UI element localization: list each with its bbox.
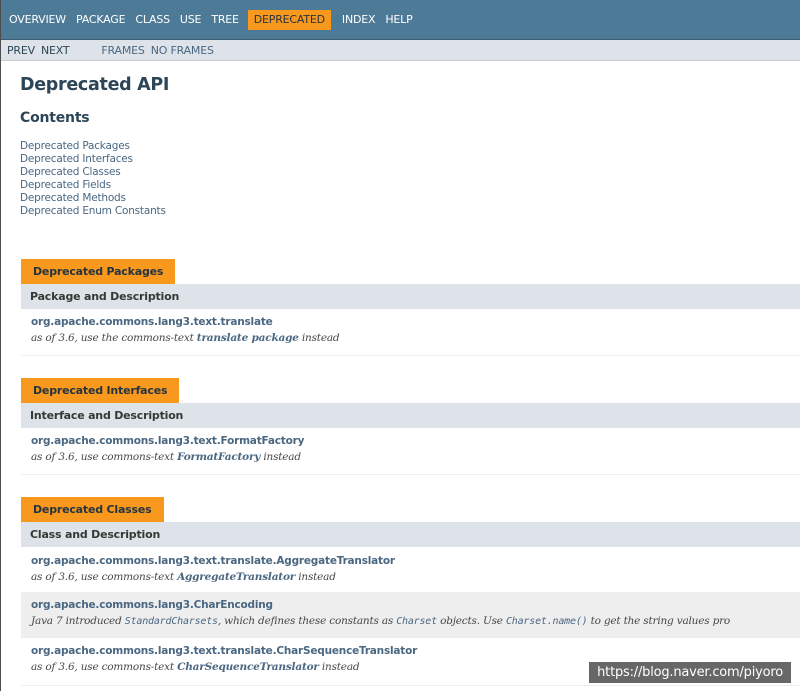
charset-name-link[interactable]: Charset.name() — [506, 616, 588, 627]
nav-tree[interactable]: TREE — [210, 10, 239, 30]
prev-link[interactable]: PREV — [7, 44, 35, 57]
section-caption: Deprecated Classes — [21, 497, 164, 522]
table-row: org.apache.commons.lang3.CharEncoding Ja… — [21, 593, 800, 638]
class-link[interactable]: org.apache.commons.lang3.text.translate.… — [31, 645, 800, 657]
table-row: org.apache.commons.lang3.text.translate … — [21, 309, 800, 356]
toc-link-classes[interactable]: Deprecated Classes — [20, 166, 800, 179]
nav-index[interactable]: INDEX — [341, 10, 376, 30]
deprecated-classes-section: Deprecated Classes Class and Description… — [21, 497, 800, 686]
toc-link-packages[interactable]: Deprecated Packages — [20, 140, 800, 153]
section-caption: Deprecated Interfaces — [21, 378, 180, 403]
contents-list: Deprecated Packages Deprecated Interface… — [20, 140, 800, 218]
toc-link-enum-constants[interactable]: Deprecated Enum Constants — [20, 205, 800, 218]
aggregatetranslator-link[interactable]: AggregateTranslator — [177, 571, 295, 583]
nav-class[interactable]: CLASS — [134, 10, 171, 30]
nav-deprecated[interactable]: DEPRECATED — [247, 9, 331, 30]
toc-link-fields[interactable]: Deprecated Fields — [20, 179, 800, 192]
column-header: Class and Description — [21, 522, 800, 547]
no-frames-link[interactable]: NO FRAMES — [151, 44, 214, 57]
class-link[interactable]: org.apache.commons.lang3.text.translate.… — [31, 555, 800, 567]
standardcharsets-link[interactable]: StandardCharsets — [125, 616, 218, 627]
deprecated-interfaces-section: Deprecated Interfaces Interface and Desc… — [21, 378, 800, 475]
nav-overview[interactable]: OVERVIEW — [8, 10, 67, 30]
column-header: Package and Description — [21, 284, 800, 309]
interface-link[interactable]: org.apache.commons.lang3.text.FormatFact… — [31, 435, 800, 447]
toc-link-interfaces[interactable]: Deprecated Interfaces — [20, 153, 800, 166]
class-link[interactable]: org.apache.commons.lang3.CharEncoding — [31, 599, 800, 611]
row-description: as of 3.6, use the commons-text translat… — [31, 332, 340, 344]
formatfactory-link[interactable]: FormatFactory — [177, 451, 260, 463]
table-row: org.apache.commons.lang3.text.translate.… — [21, 547, 800, 593]
frames-link[interactable]: FRAMES — [101, 44, 144, 57]
row-description: as of 3.6, use commons-text AggregateTra… — [31, 571, 336, 583]
next-link[interactable]: NEXT — [41, 44, 70, 57]
nav-package[interactable]: PACKAGE — [75, 10, 126, 30]
sub-navbar: PREV NEXT FRAMES NO FRAMES — [1, 40, 800, 61]
main-content: Deprecated API Contents Deprecated Packa… — [1, 61, 800, 686]
nav-use[interactable]: USE — [179, 10, 202, 30]
section-caption: Deprecated Packages — [21, 259, 176, 284]
column-header: Interface and Description — [21, 403, 800, 428]
translate-package-link[interactable]: translate package — [197, 332, 299, 344]
row-description: Java 7 introduced StandardCharsets, whic… — [31, 615, 731, 627]
contents-heading: Contents — [20, 110, 90, 126]
deprecated-packages-section: Deprecated Packages Package and Descript… — [21, 259, 800, 356]
charset-link[interactable]: Charset — [396, 616, 437, 627]
table-row: org.apache.commons.lang3.text.FormatFact… — [21, 428, 800, 475]
row-description: as of 3.6, use commons-text FormatFactor… — [31, 451, 301, 463]
nav-help[interactable]: HELP — [384, 10, 413, 30]
top-navbar: OVERVIEW PACKAGE CLASS USE TREE DEPRECAT… — [1, 0, 800, 40]
charsequencetranslator-link[interactable]: CharSequenceTranslator — [177, 661, 319, 673]
blog-watermark: https://blog.naver.com/piyoro — [589, 662, 791, 683]
toc-link-methods[interactable]: Deprecated Methods — [20, 192, 800, 205]
page-title: Deprecated API — [20, 75, 170, 95]
package-link[interactable]: org.apache.commons.lang3.text.translate — [31, 316, 800, 328]
